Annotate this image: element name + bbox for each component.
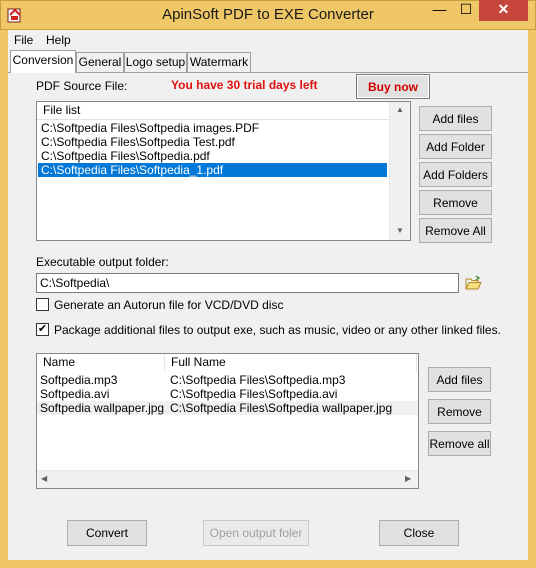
scroll-down-icon[interactable]: ▼ xyxy=(390,226,410,235)
close-button[interactable]: Close xyxy=(379,520,459,546)
menu-help[interactable]: Help xyxy=(46,33,71,47)
tab-general[interactable]: General xyxy=(76,52,124,72)
autorun-checkbox[interactable] xyxy=(36,298,49,311)
scroll-up-icon[interactable]: ▲ xyxy=(390,105,410,114)
file-list-scrollbar[interactable]: ▲ ▼ xyxy=(389,102,410,240)
table-row[interactable]: Softpedia.avi C:\Softpedia Files\Softped… xyxy=(37,387,418,401)
menu-bar xyxy=(8,30,528,50)
tab-watermark[interactable]: Watermark xyxy=(187,52,251,72)
maximize-button[interactable]: ☐ xyxy=(453,0,479,21)
remove-extra-file-button[interactable]: Remove xyxy=(428,399,491,424)
buy-now-button[interactable]: Buy now xyxy=(356,74,430,99)
output-folder-input[interactable]: C:\Softpedia\ xyxy=(36,273,459,293)
remove-all-extra-files-button[interactable]: Remove all xyxy=(428,431,491,456)
tab-logo-setup[interactable]: Logo setup xyxy=(124,52,187,72)
tab-conversion[interactable]: Conversion xyxy=(10,50,76,73)
cell-name: Softpedia.avi xyxy=(40,387,110,401)
window-frame-bottom xyxy=(0,560,536,568)
package-files-label[interactable]: Package additional files to output exe, … xyxy=(54,323,501,337)
menu-file[interactable]: File xyxy=(14,33,33,47)
file-list-item[interactable]: C:\Softpedia Files\Softpedia images.PDF xyxy=(38,121,387,135)
convert-button[interactable]: Convert xyxy=(67,520,147,546)
additional-files-hscrollbar[interactable]: ◀ ▶ xyxy=(37,470,418,488)
cell-full-name: C:\Softpedia Files\Softpedia.mp3 xyxy=(170,373,346,387)
package-files-checkbox[interactable]: ✔ xyxy=(36,323,49,336)
window-frame-left xyxy=(0,30,8,568)
cell-name: Softpedia.mp3 xyxy=(40,373,118,387)
add-extra-files-button[interactable]: Add files xyxy=(428,367,491,392)
minimize-button[interactable]: — xyxy=(426,0,453,21)
add-folders-button[interactable]: Add Folders xyxy=(419,162,492,187)
trial-notice: You have 30 trial days left xyxy=(171,78,318,92)
folder-open-icon[interactable] xyxy=(465,275,482,291)
remove-all-button[interactable]: Remove All xyxy=(419,218,492,243)
add-folder-button[interactable]: Add Folder xyxy=(419,134,492,159)
window-frame-right xyxy=(528,30,536,568)
cell-full-name: C:\Softpedia Files\Softpedia.avi xyxy=(170,387,338,401)
file-list-rows: C:\Softpedia Files\Softpedia images.PDF … xyxy=(38,121,387,177)
file-list-item[interactable]: C:\Softpedia Files\Softpedia.pdf xyxy=(38,149,387,163)
pdf-source-label: PDF Source File: xyxy=(36,79,128,93)
column-header-full-name[interactable]: Full Name xyxy=(165,354,417,372)
scroll-left-icon[interactable]: ◀ xyxy=(41,474,47,483)
add-files-button[interactable]: Add files xyxy=(419,106,492,131)
open-output-folder-button[interactable]: Open output foler xyxy=(203,520,309,546)
file-list-header[interactable]: File list xyxy=(37,102,410,120)
table-row[interactable]: Softpedia wallpaper.jpg C:\Softpedia Fil… xyxy=(37,401,418,415)
output-folder-label: Executable output folder: xyxy=(36,255,169,269)
autorun-label[interactable]: Generate an Autorun file for VCD/DVD dis… xyxy=(54,298,283,312)
column-header-name[interactable]: Name xyxy=(37,354,165,372)
cell-name: Softpedia wallpaper.jpg xyxy=(40,401,165,415)
cell-full-name: C:\Softpedia Files\Softpedia wallpaper.j… xyxy=(170,401,393,415)
additional-files-rows: Softpedia.mp3 C:\Softpedia Files\Softped… xyxy=(37,373,418,415)
file-list-item[interactable]: C:\Softpedia Files\Softpedia Test.pdf xyxy=(38,135,387,149)
close-window-button[interactable]: ✕ xyxy=(479,0,528,21)
scroll-right-icon[interactable]: ▶ xyxy=(405,474,411,483)
remove-button[interactable]: Remove xyxy=(419,190,492,215)
table-row[interactable]: Softpedia.mp3 C:\Softpedia Files\Softped… xyxy=(37,373,418,387)
file-list-item-selected[interactable]: C:\Softpedia Files\Softpedia_1.pdf xyxy=(38,163,387,177)
